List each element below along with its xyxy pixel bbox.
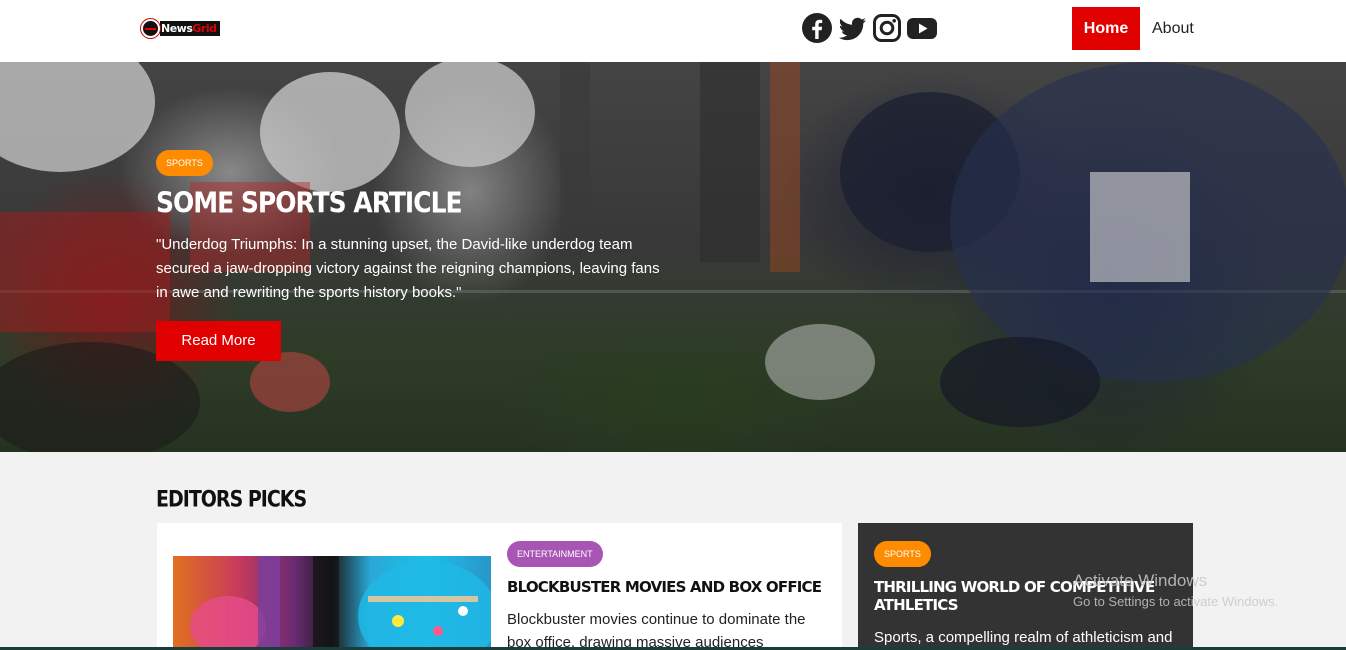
nav-link-about[interactable]: About [1152,7,1194,50]
hero-banner: SPORTS SOME SPORTS ARTICLE "Underdog Tri… [0,62,1346,452]
editors-pick-card-main[interactable]: ENTERTAINMENT BLOCKBUSTER MOVIES AND BOX… [157,523,842,650]
guitars-image[interactable] [173,556,491,650]
nav-link-home[interactable]: Home [1072,7,1140,50]
sports-category-badge[interactable]: SPORTS [874,541,931,567]
hero-title: SOME SPORTS ARTICLE [156,186,463,220]
twitter-icon[interactable] [835,12,868,44]
instagram-icon[interactable] [870,12,903,44]
hero-content: SPORTS SOME SPORTS ARTICLE "Underdog Tri… [156,150,676,361]
logo-text: NewsGrid [160,21,220,36]
card-side-title[interactable]: THRILLING WORLD OF COMPETITIVE ATHLETICS [874,578,1184,614]
card-side-body: SPORTS THRILLING WORLD OF COMPETITIVE AT… [874,541,1184,650]
editors-picks-heading: EDITORS PICKS [156,487,307,513]
facebook-icon[interactable] [800,12,833,44]
editors-pick-card-side[interactable]: SPORTS THRILLING WORLD OF COMPETITIVE AT… [858,523,1193,650]
site-logo[interactable]: NewsGrid [141,19,220,38]
hero-description: "Underdog Triumphs: In a stunning upset,… [156,236,660,301]
youtube-icon[interactable] [905,12,938,44]
card-main-title[interactable]: BLOCKBUSTER MOVIES AND BOX OFFICE [507,578,827,596]
card-main-text: Blockbuster movies continue to dominate … [507,611,806,650]
read-more-button[interactable]: Read More [156,321,281,361]
hero-category-badge[interactable]: SPORTS [156,150,213,176]
globe-icon [141,19,160,38]
entertainment-category-badge[interactable]: ENTERTAINMENT [507,541,603,567]
navbar: NewsGrid Home About [0,0,1346,62]
card-main-body: ENTERTAINMENT BLOCKBUSTER MOVIES AND BOX… [507,541,827,650]
social-links [800,12,938,44]
